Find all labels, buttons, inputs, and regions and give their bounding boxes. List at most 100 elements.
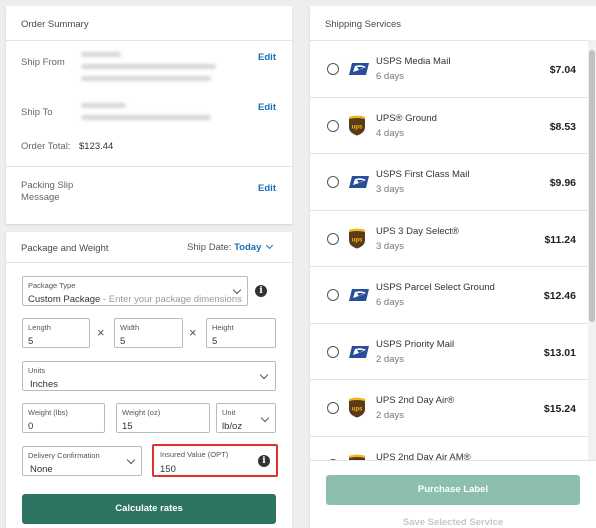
purchase-label-button[interactable]: Purchase Label bbox=[326, 475, 580, 505]
times-icon: × bbox=[189, 325, 197, 340]
chevron-down-icon bbox=[232, 285, 242, 295]
usps-eagle-logo-icon bbox=[348, 62, 370, 79]
service-radio-button[interactable] bbox=[327, 176, 339, 188]
svg-text:ups: ups bbox=[352, 407, 363, 413]
shipping-service-row[interactable]: USPS Parcel Select Ground 6 days $12.46 bbox=[310, 267, 588, 324]
package-type-label: Package Type bbox=[28, 281, 76, 290]
package-weight-card: Package and Weight Ship Date: Today Pack… bbox=[6, 232, 292, 528]
weight-lbs-label: Weight (lbs) bbox=[28, 408, 68, 417]
service-name: USPS Parcel Select Ground bbox=[376, 282, 495, 293]
insured-value-input[interactable]: Insured Value (OPT) 150 i bbox=[152, 444, 278, 477]
weight-oz-input[interactable]: Weight (oz) 15 bbox=[116, 403, 210, 433]
length-input[interactable]: Length 5 bbox=[22, 318, 90, 348]
ship-from-edit-link[interactable]: Edit bbox=[258, 52, 276, 63]
service-delivery-days: 6 days bbox=[376, 71, 404, 82]
service-radio-button[interactable] bbox=[327, 345, 339, 358]
service-radio-button[interactable] bbox=[327, 232, 339, 245]
shipping-service-row[interactable]: ups UPS 2nd Day Air® 2 days $15.24 bbox=[310, 380, 588, 437]
insured-value-label: Insured Value (OPT) bbox=[160, 450, 229, 459]
weight-lbs-value: 0 bbox=[28, 421, 34, 432]
ship-from-address-redacted bbox=[81, 64, 216, 69]
width-input[interactable]: Width 5 bbox=[114, 318, 183, 348]
order-summary-title: Order Summary bbox=[21, 19, 89, 30]
chevron-down-icon bbox=[260, 413, 270, 423]
chevron-down-icon bbox=[259, 370, 269, 380]
packing-slip-edit-link[interactable]: Edit bbox=[258, 183, 276, 194]
shipping-service-row[interactable]: upsUPS 2nd Day Air AM® bbox=[310, 437, 588, 460]
unit-select[interactable]: Unit lb/oz bbox=[216, 403, 276, 433]
length-label: Length bbox=[28, 323, 51, 332]
divider bbox=[6, 262, 292, 263]
width-label: Width bbox=[120, 323, 140, 332]
scrollbar-thumb[interactable] bbox=[589, 50, 595, 322]
info-icon[interactable]: i bbox=[255, 285, 267, 297]
service-radio-button[interactable] bbox=[327, 289, 339, 301]
units-select[interactable]: Units Inches bbox=[22, 361, 276, 391]
shipping-service-row[interactable]: USPS Priority Mail 2 days $13.01 bbox=[310, 324, 588, 380]
weight-lbs-input[interactable]: Weight (lbs) 0 bbox=[22, 403, 105, 433]
package-type-value: Custom Package - Enter your package dime… bbox=[28, 294, 242, 305]
height-input[interactable]: Height 5 bbox=[206, 318, 276, 348]
service-delivery-days: 4 days bbox=[376, 127, 404, 139]
ship-to-address-redacted bbox=[81, 115, 211, 120]
shipping-service-row[interactable]: ups UPS® Ground 4 days $8.53 bbox=[310, 98, 588, 154]
service-radio-button[interactable] bbox=[327, 63, 339, 75]
service-price: $8.53 bbox=[549, 120, 576, 133]
calculate-rates-button[interactable]: Calculate rates bbox=[22, 494, 276, 524]
shipping-service-row[interactable]: ups UPS 3 Day Select® 3 days $11.24 bbox=[310, 211, 588, 267]
order-total-value: $123.44 bbox=[79, 141, 114, 152]
units-value: Inches bbox=[30, 379, 58, 390]
save-selected-service-button[interactable]: Save Selected Service bbox=[326, 517, 580, 528]
service-name: USPS First Class Mail bbox=[376, 169, 470, 180]
package-weight-title: Package and Weight bbox=[21, 243, 109, 254]
shipping-service-row[interactable]: USPS Media Mail 6 days $7.04 bbox=[310, 41, 588, 98]
service-price: $11.24 bbox=[544, 233, 576, 246]
service-price: $13.01 bbox=[543, 346, 576, 359]
package-type-select[interactable]: Package Type Custom Package - Enter your… bbox=[22, 276, 248, 306]
order-total-label: Order Total: bbox=[21, 141, 71, 152]
height-value: 5 bbox=[212, 336, 218, 347]
ship-from-address-redacted bbox=[81, 76, 211, 81]
service-radio-button[interactable] bbox=[327, 119, 339, 132]
service-name: UPS® Ground bbox=[376, 112, 437, 124]
packing-slip-label-line2: Message bbox=[21, 192, 60, 203]
service-name: UPS 3 Day Select® bbox=[376, 225, 460, 237]
shipping-service-row[interactable]: USPS First Class Mail 3 days $9.96 bbox=[310, 154, 588, 211]
divider bbox=[310, 460, 596, 461]
insured-value-value: 150 bbox=[160, 464, 176, 475]
service-name: UPS 2nd Day Air® bbox=[376, 395, 455, 406]
chevron-down-icon bbox=[126, 455, 136, 465]
ship-date-value: Today bbox=[234, 242, 262, 253]
packing-slip-label: Packing Slip bbox=[21, 180, 74, 191]
divider bbox=[6, 166, 292, 167]
ship-from-label: Ship From bbox=[21, 57, 65, 68]
shipping-services-list: USPS Media Mail 6 days $7.04 ups UPS® Ground… bbox=[310, 40, 596, 460]
ship-date-label: Ship Date: bbox=[187, 242, 232, 253]
usps-eagle-logo-icon bbox=[348, 345, 370, 362]
shipping-services-title: Shipping Services bbox=[325, 19, 402, 30]
units-label: Units bbox=[28, 366, 46, 375]
usps-eagle-logo-icon bbox=[348, 288, 370, 305]
service-radio-button[interactable] bbox=[327, 402, 339, 414]
ship-to-edit-link[interactable]: Edit bbox=[258, 102, 276, 113]
ups-logo-icon: ups bbox=[348, 228, 366, 252]
order-summary-card: Order Summary Ship From Edit Ship To Edi… bbox=[6, 6, 292, 224]
ship-from-address-redacted bbox=[81, 52, 121, 57]
delivery-confirmation-label: Delivery Confirmation bbox=[28, 451, 100, 460]
delivery-confirmation-select[interactable]: Delivery Confirmation None bbox=[22, 446, 142, 476]
times-icon: × bbox=[97, 325, 105, 340]
ship-date-selector[interactable]: Ship Date: Today bbox=[187, 241, 274, 253]
service-price: $9.96 bbox=[549, 177, 576, 189]
service-name: USPS Priority Mail bbox=[376, 338, 455, 350]
ship-to-address-redacted bbox=[81, 103, 126, 108]
chevron-down-icon bbox=[265, 241, 274, 250]
service-delivery-days: 6 days bbox=[376, 297, 404, 308]
info-icon[interactable]: i bbox=[258, 455, 270, 467]
length-value: 5 bbox=[28, 336, 34, 347]
shipping-services-card: Shipping Services USPS Media Mail 6 days $… bbox=[310, 6, 596, 528]
ship-to-label: Ship To bbox=[21, 107, 53, 118]
scrollbar[interactable] bbox=[588, 40, 596, 460]
unit-value: lb/oz bbox=[222, 421, 243, 432]
height-label: Height bbox=[212, 323, 234, 332]
service-price: $15.24 bbox=[543, 403, 576, 415]
